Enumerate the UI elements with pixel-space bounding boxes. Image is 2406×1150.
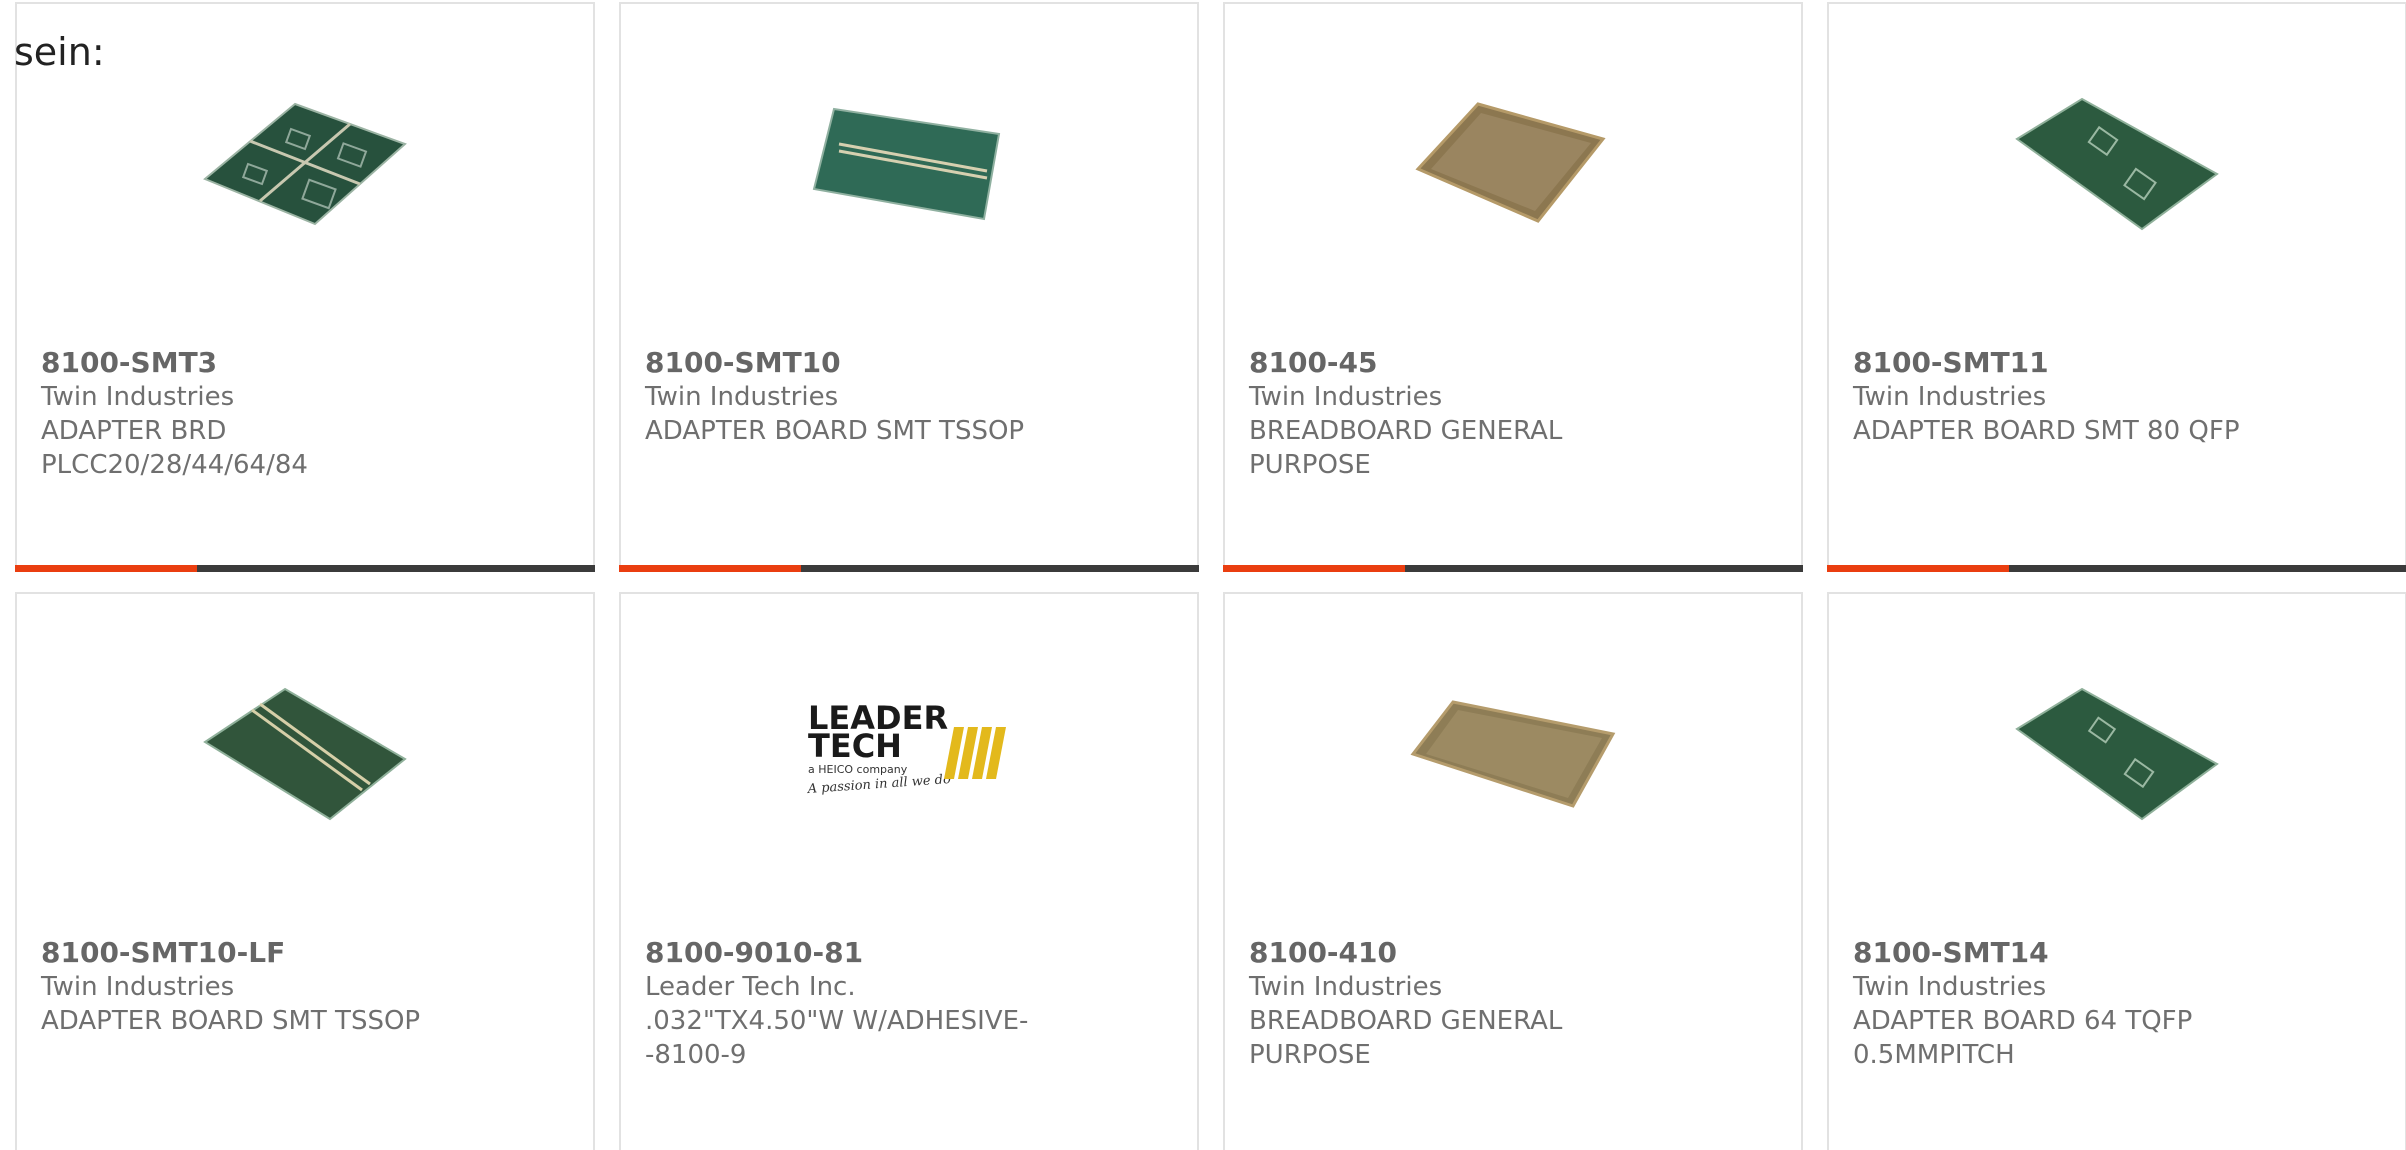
product-info: 8100-SMT10 Twin Industries ADAPTER BOARD… (645, 346, 1065, 448)
product-image[interactable] (1829, 64, 2405, 264)
product-image[interactable] (621, 64, 1197, 264)
description: ADAPTER BOARD SMT TSSOP (41, 1006, 421, 1036)
product-image[interactable] (17, 654, 593, 854)
card-bottom-bar (619, 565, 1199, 572)
card-accent-bar (1827, 565, 2009, 572)
logo-line2: TECH (808, 727, 902, 765)
product-info: 8100-SMT3 Twin Industries ADAPTER BRD PL… (41, 346, 461, 482)
part-number[interactable]: 8100-SMT11 (1853, 346, 2273, 380)
part-number[interactable]: 8100-SMT3 (41, 346, 461, 380)
description: ADAPTER BOARD SMT 80 QFP (1853, 416, 2240, 446)
manufacturer: Twin Industries (41, 972, 235, 1002)
card-accent-bar (619, 565, 801, 572)
logo-mark (944, 727, 1006, 779)
product-info: 8100-SMT14 Twin Industries ADAPTER BOARD… (1853, 936, 2273, 1072)
product-card[interactable]: 8100-SMT3 Twin Industries ADAPTER BRD PL… (15, 2, 595, 572)
product-image[interactable]: LEADER TECH a HEICO company A passion in… (621, 654, 1197, 854)
description: ADAPTER BOARD SMT TSSOP (645, 416, 1025, 446)
card-bottom-bar (1223, 565, 1803, 572)
product-info: 8100-45 Twin Industries BREADBOARD GENER… (1249, 346, 1669, 482)
part-number[interactable]: 8100-SMT10 (645, 346, 1065, 380)
card-bottom-bar (1827, 565, 2406, 572)
manufacturer: Twin Industries (1249, 972, 1443, 1002)
card-accent-bar (15, 565, 197, 572)
description: ADAPTER BOARD 64 TQFP 0.5MMPITCH (1853, 1006, 2193, 1070)
part-number[interactable]: 8100-410 (1249, 936, 1669, 970)
part-number[interactable]: 8100-SMT14 (1853, 936, 2273, 970)
card-bottom-bar (15, 565, 595, 572)
product-image[interactable] (1829, 654, 2405, 854)
manufacturer: Twin Industries (41, 382, 235, 412)
product-card[interactable]: 8100-SMT11 Twin Industries ADAPTER BOARD… (1827, 2, 2406, 572)
manufacturer: Twin Industries (1853, 382, 2047, 412)
manufacturer: Leader Tech Inc. (645, 972, 856, 1002)
manufacturer: Twin Industries (1249, 382, 1443, 412)
part-number[interactable]: 8100-9010-81 (645, 936, 1065, 970)
product-info: 8100-410 Twin Industries BREADBOARD GENE… (1249, 936, 1669, 1072)
part-number[interactable]: 8100-SMT10-LF (41, 936, 461, 970)
product-card[interactable]: 8100-SMT10-LF Twin Industries ADAPTER BO… (15, 592, 595, 1150)
manufacturer: Twin Industries (645, 382, 839, 412)
product-card[interactable]: 8100-410 Twin Industries BREADBOARD GENE… (1223, 592, 1803, 1150)
product-info: 8100-SMT10-LF Twin Industries ADAPTER BO… (41, 936, 461, 1038)
logo-tagline: a HEICO company (808, 763, 908, 776)
product-image[interactable] (1225, 654, 1801, 854)
description: .032"TX4.50"W W/ADHESIVE--8100-9 (645, 1006, 1029, 1070)
description: BREADBOARD GENERAL PURPOSE (1249, 1006, 1563, 1070)
product-grid-page: sein: 8100-SMT3 Twin Industries ADAPTER … (0, 0, 2406, 1150)
product-grid: 8100-SMT3 Twin Industries ADAPTER BRD PL… (15, 2, 2406, 1150)
description: ADAPTER BRD PLCC20/28/44/64/84 (41, 416, 308, 480)
card-accent-bar (1223, 565, 1405, 572)
part-number[interactable]: 8100-45 (1249, 346, 1669, 380)
product-card[interactable]: 8100-SMT10 Twin Industries ADAPTER BOARD… (619, 2, 1199, 572)
description: BREADBOARD GENERAL PURPOSE (1249, 416, 1563, 480)
product-card[interactable]: LEADER TECH a HEICO company A passion in… (619, 592, 1199, 1150)
product-image[interactable] (17, 64, 593, 264)
manufacturer: Twin Industries (1853, 972, 2047, 1002)
product-info: 8100-9010-81 Leader Tech Inc. .032"TX4.5… (645, 936, 1065, 1072)
product-image[interactable] (1225, 64, 1801, 264)
product-card[interactable]: 8100-SMT14 Twin Industries ADAPTER BOARD… (1827, 592, 2406, 1150)
product-info: 8100-SMT11 Twin Industries ADAPTER BOARD… (1853, 346, 2273, 448)
intro-text: sein: (14, 30, 105, 74)
product-card[interactable]: 8100-45 Twin Industries BREADBOARD GENER… (1223, 2, 1803, 572)
leader-tech-logo: LEADER TECH a HEICO company A passion in… (806, 699, 1006, 797)
